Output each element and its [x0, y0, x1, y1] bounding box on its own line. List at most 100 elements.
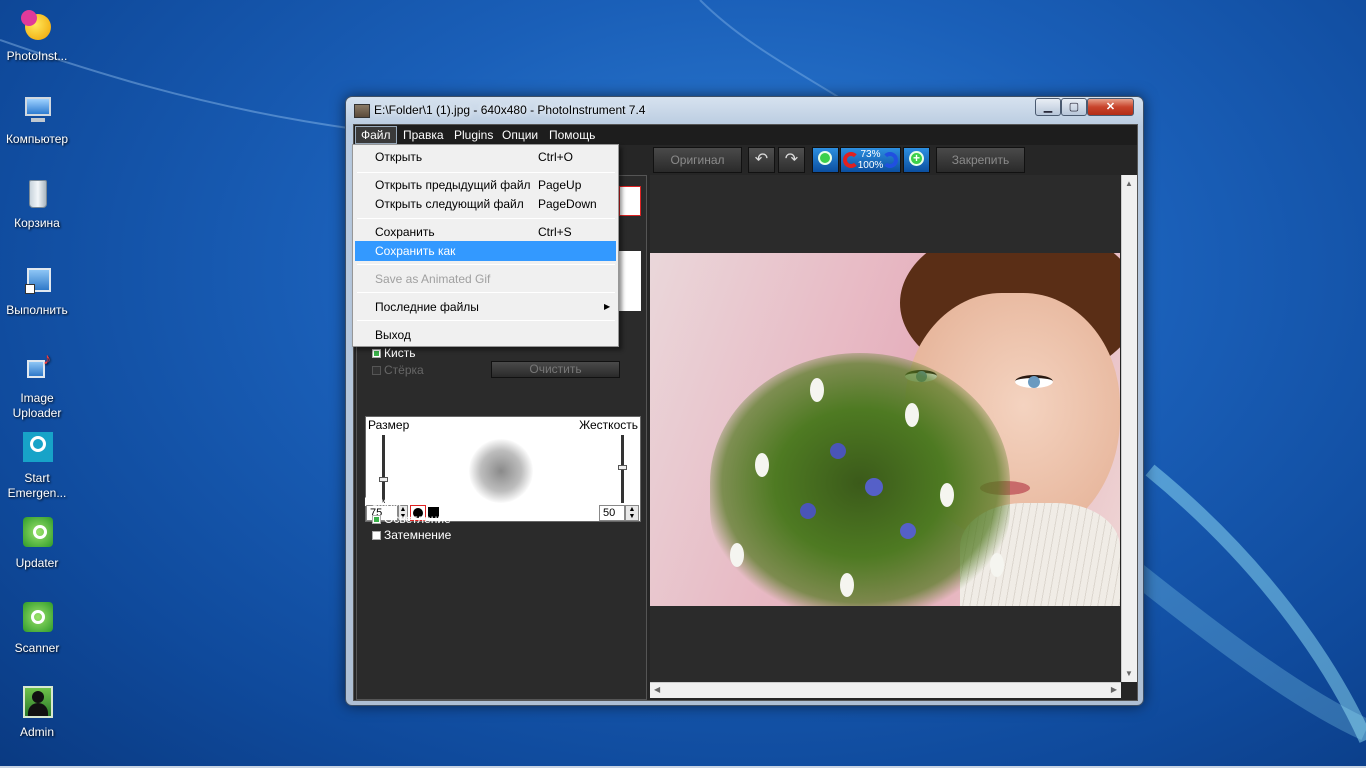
- menu-separator: [357, 292, 615, 293]
- size-label: Размер: [368, 418, 410, 432]
- desktop-icon-image-uploader[interactable]: ♪ Image Uploader: [0, 352, 74, 421]
- size-slider[interactable]: [379, 435, 388, 503]
- desktop-icon-start-emergency[interactable]: Start Emergen...: [0, 432, 74, 501]
- clear-button[interactable]: Очистить: [491, 361, 620, 378]
- desktop-icon-label: Start Emergen...: [7, 471, 67, 500]
- hardness-slider[interactable]: [618, 435, 627, 503]
- menu-separator: [357, 320, 615, 321]
- darken-option[interactable]: Затемнение: [372, 528, 451, 542]
- darken-label: Затемнение: [384, 528, 452, 542]
- desktop-icon-label: Компьютер: [5, 132, 69, 146]
- menu-separator: [357, 264, 615, 265]
- menu-separator: [357, 172, 615, 173]
- scroll-down-icon[interactable]: ▼: [1125, 669, 1133, 678]
- desktop-icon-label: Выполнить: [6, 303, 68, 317]
- eraser-label: Стёрка: [384, 363, 424, 377]
- horizontal-scrollbar[interactable]: ◀ ▶: [650, 682, 1121, 698]
- brush-checkbox[interactable]: [372, 349, 381, 358]
- scroll-left-icon[interactable]: ◀: [654, 685, 660, 694]
- menu-item-recent-files[interactable]: Последние файлы ▶: [355, 297, 616, 317]
- menu-item-open[interactable]: Открыть Ctrl+O: [355, 147, 616, 167]
- menu-item-shortcut: Ctrl+O: [538, 150, 574, 164]
- image-uploader-icon: ♪: [19, 352, 55, 388]
- zoom-fit-icon[interactable]: 73% 100%: [840, 147, 901, 173]
- vertical-scrollbar[interactable]: ▲ ▼: [1121, 175, 1137, 682]
- desktop-icon-label: Updater: [15, 556, 59, 570]
- desktop-icon-photoinstrument[interactable]: PhotoInst...: [0, 10, 74, 64]
- brush-settings-box: Размер Жесткость 75 ▲ ▼ 50 ▲ ▼: [365, 416, 641, 522]
- redo-icon[interactable]: ↷: [778, 147, 805, 173]
- menu-item-label: Открыть следующий файл: [375, 197, 524, 211]
- menu-edit[interactable]: Правка: [403, 128, 444, 142]
- hardness-slider-thumb[interactable]: [618, 465, 627, 470]
- maximize-button[interactable]: ▢: [1061, 98, 1087, 116]
- desktop-icon-scanner[interactable]: Scanner: [0, 602, 74, 656]
- mode-label: Режим: [364, 495, 401, 509]
- desktop-icon-recycle-bin[interactable]: Корзина: [0, 177, 74, 231]
- photo-image[interactable]: [650, 253, 1120, 606]
- menu-file[interactable]: Файл: [355, 126, 397, 144]
- desktop-icon-label: Scanner: [14, 641, 60, 655]
- menu-item-label: Save as Animated Gif: [375, 272, 491, 286]
- tool-thumbnail[interactable]: [619, 251, 641, 311]
- zoom-out-icon[interactable]: [812, 147, 839, 173]
- scanner-icon: [19, 602, 55, 638]
- menu-item-label: Открыть: [375, 150, 423, 164]
- updater-icon: [19, 517, 55, 553]
- desktop-icon-updater[interactable]: Updater: [0, 517, 74, 571]
- zoom-in-icon[interactable]: +: [903, 147, 930, 173]
- menu-item-label: Последние файлы: [375, 300, 479, 314]
- desktop-icon-label: PhotoInst...: [6, 49, 68, 63]
- title-bar[interactable]: E:\Folder\1 (1).jpg - 640x480 - PhotoIns…: [346, 97, 1143, 123]
- menu-item-save-as[interactable]: Сохранить как: [355, 241, 616, 261]
- user-icon: [19, 686, 55, 722]
- search-icon: [19, 432, 55, 468]
- minimize-button[interactable]: ▁: [1035, 98, 1061, 116]
- menu-separator: [357, 218, 615, 219]
- desktop-icon-run[interactable]: Выполнить: [0, 264, 74, 318]
- hardness-label: Жесткость: [579, 418, 638, 432]
- recycle-bin-icon: [19, 177, 55, 213]
- tool-thumbnail[interactable]: [619, 186, 641, 216]
- photoinstrument-icon: [19, 10, 55, 46]
- app-icon[interactable]: [354, 104, 370, 118]
- scroll-right-icon[interactable]: ▶: [1111, 685, 1117, 694]
- desktop-icon-admin[interactable]: Admin: [0, 686, 74, 740]
- menu-item-save[interactable]: Сохранить Ctrl+S: [355, 222, 616, 242]
- undo-icon[interactable]: ↶: [748, 147, 775, 173]
- brush-preview: [469, 439, 533, 503]
- menu-item-shortcut: PageDown: [538, 197, 597, 211]
- original-button[interactable]: Оригинал: [653, 147, 742, 173]
- menu-options[interactable]: Опции: [502, 128, 538, 142]
- menu-item-open-next[interactable]: Открыть следующий файл PageDown: [355, 194, 616, 214]
- menu-help[interactable]: Помощь: [549, 128, 595, 142]
- scroll-up-icon[interactable]: ▲: [1125, 179, 1133, 188]
- submenu-arrow-icon: ▶: [604, 302, 611, 311]
- desktop-icon-label: Image Uploader: [12, 391, 62, 420]
- lighten-option[interactable]: Осветление: [372, 512, 451, 526]
- size-slider-thumb[interactable]: [379, 477, 388, 482]
- menu-item-open-previous[interactable]: Открыть предыдущий файл PageUp: [355, 175, 616, 195]
- darken-checkbox[interactable]: [372, 531, 381, 540]
- close-button[interactable]: ✕: [1087, 98, 1134, 116]
- hardness-input[interactable]: 50: [599, 505, 625, 521]
- desktop-icon-label: Корзина: [14, 216, 60, 230]
- menu-item-label: Открыть предыдущий файл: [375, 178, 531, 192]
- pin-button[interactable]: Закрепить: [936, 147, 1025, 173]
- eraser-option: Стёрка: [372, 363, 424, 377]
- menu-item-exit[interactable]: Выход: [355, 325, 616, 345]
- brush-option[interactable]: Кисть: [372, 346, 415, 360]
- zoom-percent-top: 73%: [860, 149, 881, 160]
- desktop-icon-computer[interactable]: Компьютер: [0, 93, 74, 147]
- eraser-checkbox: [372, 366, 381, 375]
- hardness-stepper[interactable]: ▲ ▼: [625, 505, 639, 521]
- desktop-icon-label: Admin: [19, 725, 54, 739]
- lighten-checkbox[interactable]: [372, 515, 381, 524]
- computer-icon: [19, 93, 55, 129]
- window-title: E:\Folder\1 (1).jpg - 640x480 - PhotoIns…: [374, 103, 646, 117]
- menu-plugins[interactable]: Plugins: [454, 128, 493, 142]
- file-menu-dropdown: Открыть Ctrl+O Открыть предыдущий файл P…: [352, 144, 619, 347]
- menu-item-shortcut: PageUp: [538, 178, 582, 192]
- run-icon: [19, 264, 55, 300]
- menu-item-save-animated-gif: Save as Animated Gif: [355, 269, 616, 289]
